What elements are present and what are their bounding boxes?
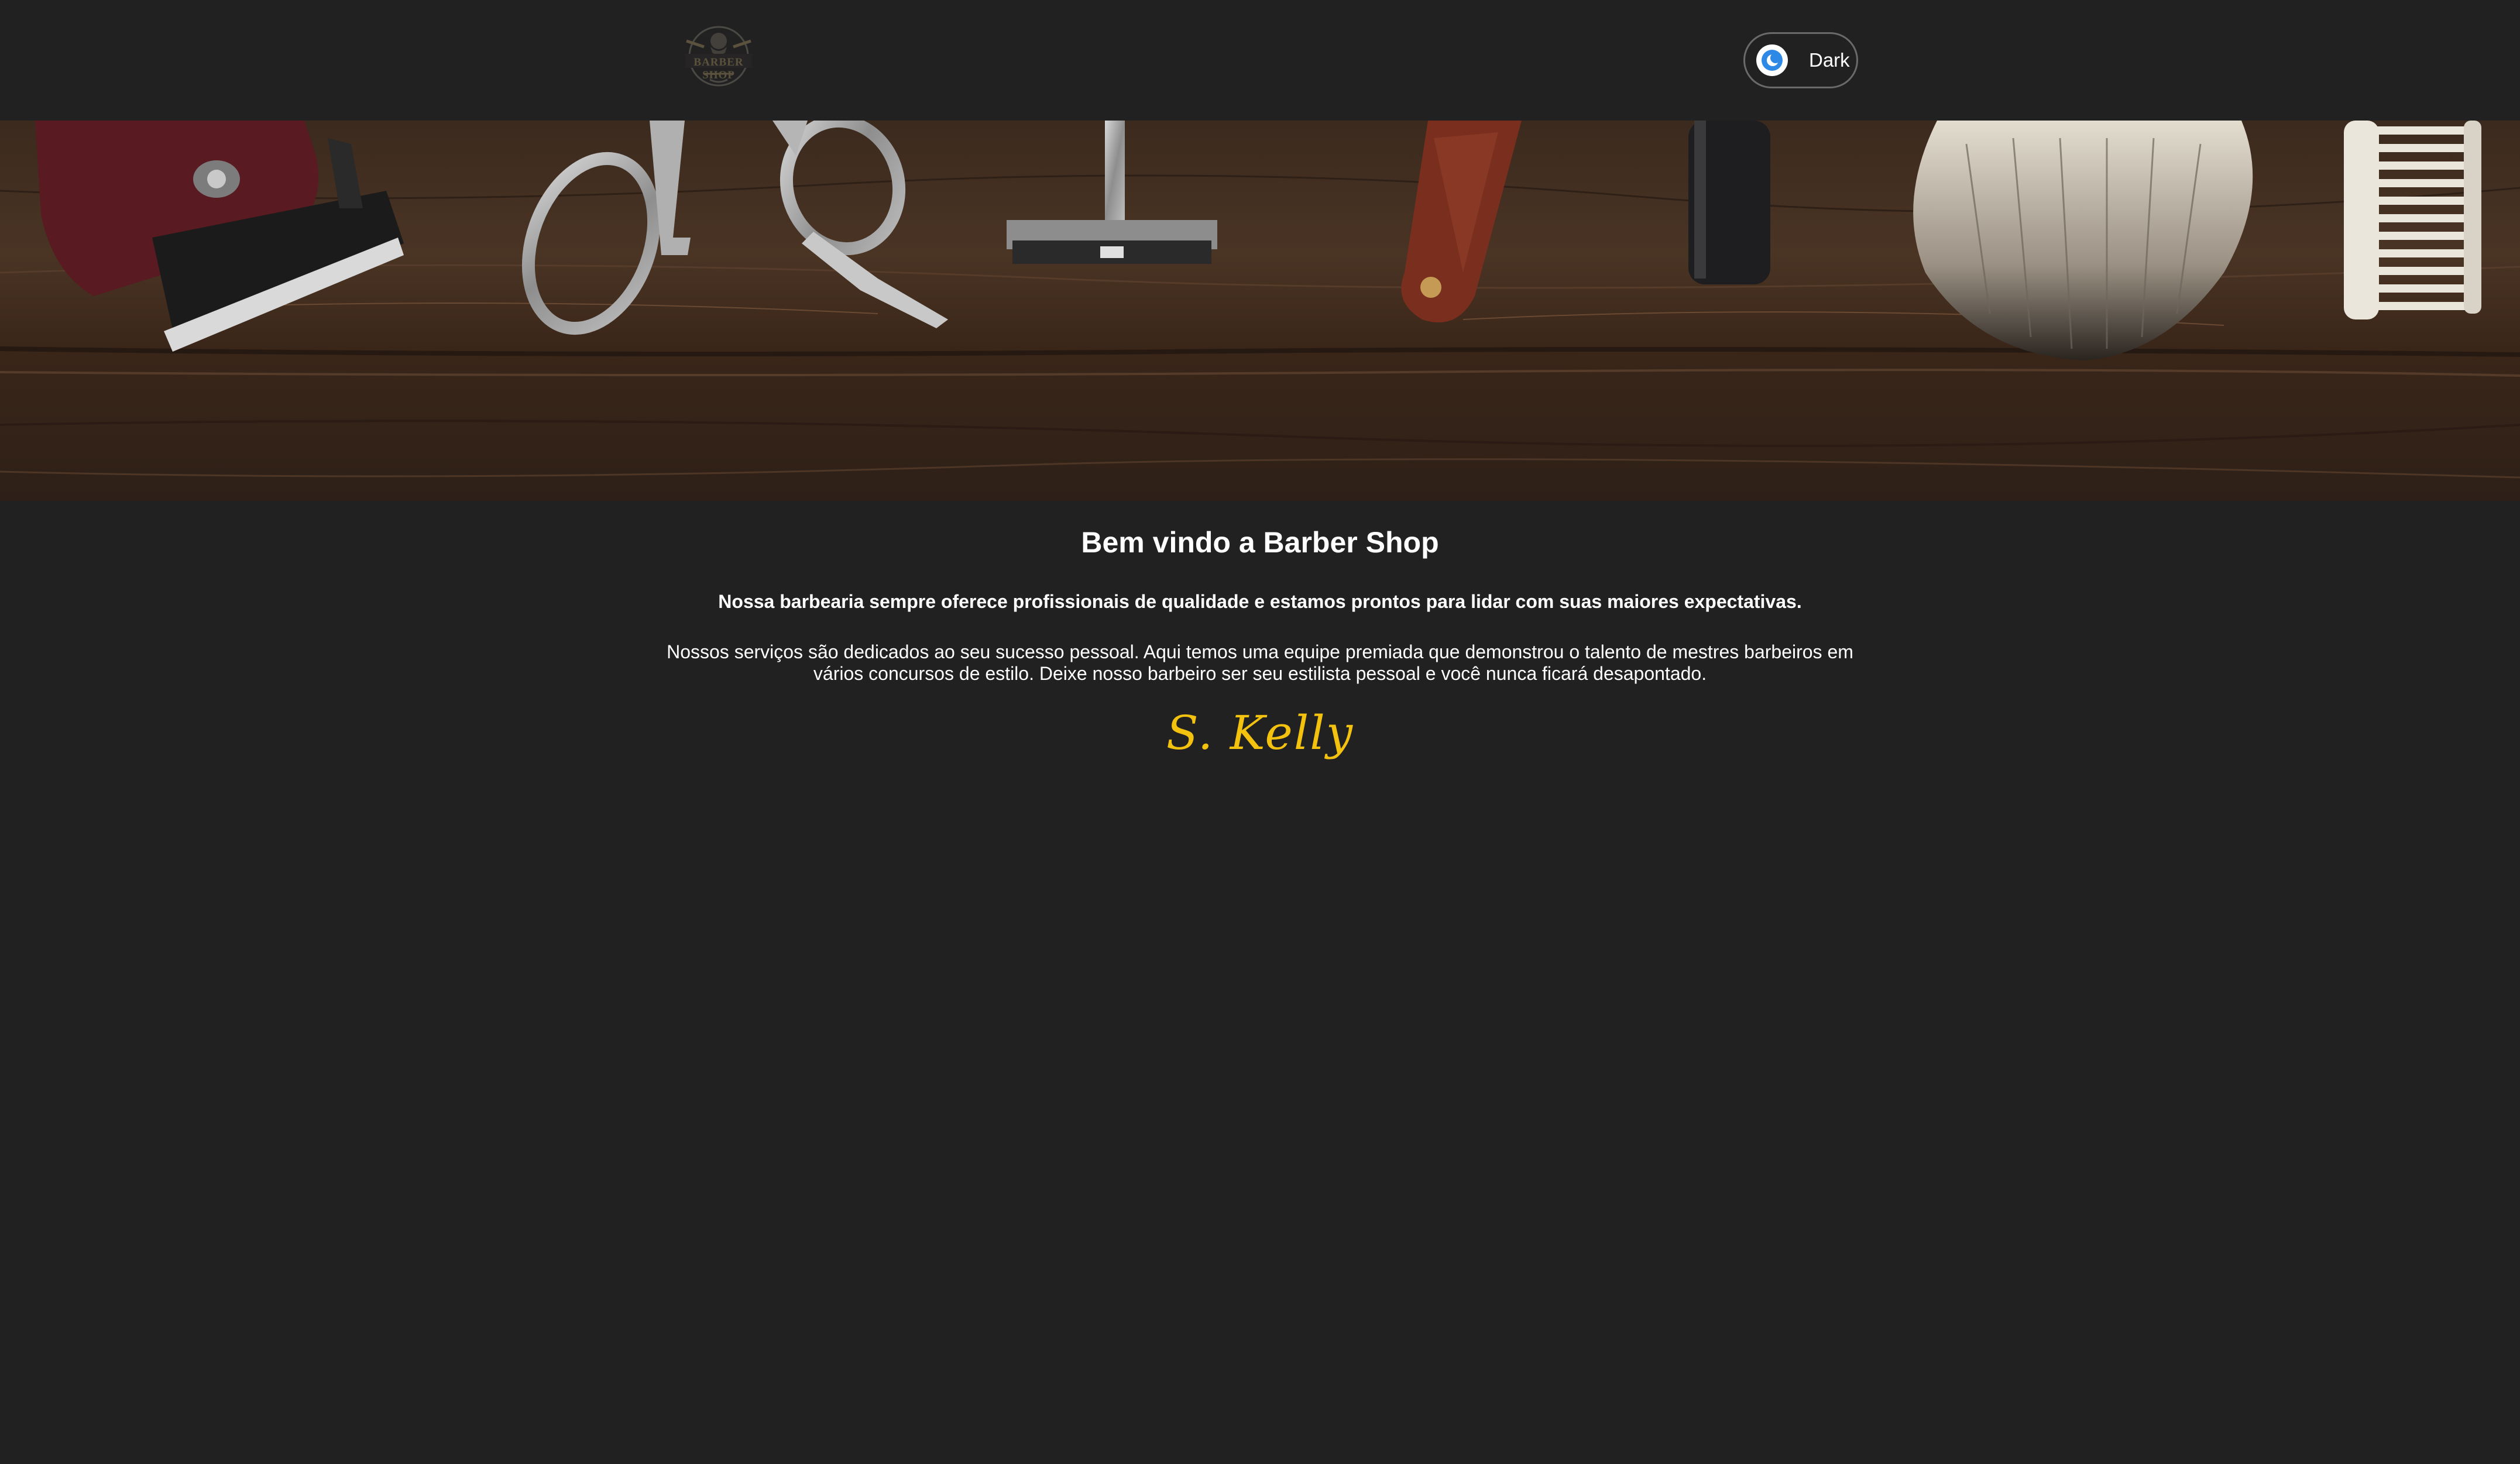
moon-icon bbox=[1762, 50, 1783, 71]
hero-banner bbox=[0, 121, 2520, 501]
lead-paragraph: Nossa barbearia sempre oferece profissio… bbox=[718, 591, 1802, 612]
barber-tools-banner-image bbox=[0, 121, 2520, 501]
body-paragraph: Nossos serviços são dedicados ao seu suc… bbox=[667, 641, 1853, 684]
logo-text: BARBER SHOP bbox=[693, 56, 744, 81]
header: BARBER SHOP Dark bbox=[0, 0, 2520, 121]
signature: S. Kelly bbox=[1166, 706, 1354, 760]
comb-image bbox=[2344, 121, 2481, 319]
page-title: Bem vindo a Barber Shop bbox=[1081, 526, 1439, 559]
barber-shop-logo[interactable]: BARBER SHOP bbox=[681, 23, 757, 89]
theme-toggle-label: Dark bbox=[1809, 49, 1850, 71]
theme-toggle-button[interactable]: Dark bbox=[1743, 32, 1858, 88]
black-handle-image bbox=[1688, 121, 1770, 284]
toggle-knob bbox=[1756, 44, 1788, 76]
